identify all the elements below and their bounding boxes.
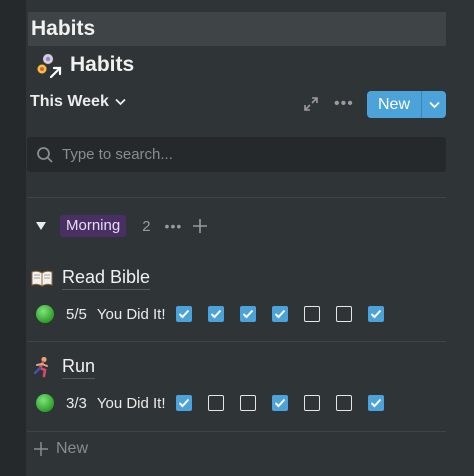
day-checkbox-7[interactable]: [367, 306, 384, 322]
chevron-down-icon: [115, 98, 126, 106]
group-more-icon[interactable]: •••: [165, 218, 183, 234]
status-dot-icon: [36, 305, 54, 323]
habit-name: Read Bible: [62, 267, 151, 290]
search-icon: [37, 146, 53, 163]
day-checkbox-6[interactable]: [335, 306, 352, 322]
checkmark-icon: [210, 309, 221, 319]
habit-card[interactable]: Run 3/3 You Did It!: [30, 355, 446, 415]
day-checkbox-2[interactable]: [207, 395, 224, 411]
habit-name: Run: [62, 356, 96, 379]
day-checkbox-4[interactable]: [271, 395, 288, 411]
card-properties: 3/3 You Did It!: [30, 391, 446, 415]
card-title-row: Run: [30, 355, 446, 379]
day-checkbox-5[interactable]: [303, 306, 320, 322]
day-checkbox-1[interactable]: [175, 306, 192, 322]
search-bar[interactable]: [27, 137, 446, 172]
checkmark-icon: [178, 398, 189, 408]
checkmark-icon: [178, 309, 189, 319]
collapse-triangle-icon[interactable]: [34, 219, 48, 233]
open-book-icon: [30, 267, 54, 289]
checkmark-icon: [370, 309, 381, 319]
habit-status: You Did It!: [96, 305, 166, 323]
day-checkboxes: [175, 306, 400, 322]
day-checkbox-1[interactable]: [175, 395, 192, 411]
day-checkbox-4[interactable]: [271, 306, 288, 322]
runner-icon: [30, 356, 54, 378]
view-selector-label: This Week: [30, 93, 109, 110]
group-header: Morning 2 •••: [34, 213, 208, 239]
group-tag-morning: Morning: [60, 215, 127, 237]
day-checkbox-6[interactable]: [335, 395, 352, 411]
group-add-icon[interactable]: [192, 218, 208, 234]
habit-card[interactable]: Read Bible 5/5 You Did It!: [30, 266, 446, 326]
day-checkbox-7[interactable]: [367, 395, 384, 411]
divider: [27, 341, 446, 342]
card-properties: 5/5 You Did It!: [30, 302, 446, 326]
new-button[interactable]: New: [367, 91, 446, 118]
view-toolbar: This Week ••• New: [30, 90, 446, 118]
left-sidebar-edge: [0, 0, 26, 476]
habit-progress: 3/3: [66, 394, 87, 412]
new-button-label[interactable]: New: [367, 91, 421, 118]
checkmark-icon: [370, 398, 381, 408]
checkmark-icon: [274, 309, 285, 319]
add-new-item-label: New: [56, 440, 89, 457]
day-checkbox-3[interactable]: [239, 306, 256, 322]
day-checkbox-2[interactable]: [207, 306, 224, 322]
habits-database-icon[interactable]: [34, 51, 64, 79]
status-dot-icon: [36, 394, 54, 412]
habit-status: You Did It!: [96, 394, 166, 412]
habit-progress: 5/5: [66, 305, 87, 323]
card-title-row: Read Bible: [30, 266, 446, 290]
top-bar: Habits: [28, 12, 446, 46]
day-checkbox-3[interactable]: [239, 395, 256, 411]
day-checkboxes: [175, 395, 400, 411]
add-new-item-button[interactable]: New: [34, 440, 88, 458]
new-dropdown-chevron-icon[interactable]: [422, 91, 446, 118]
view-selector[interactable]: This Week: [30, 93, 126, 111]
divider: [27, 197, 446, 198]
page-header: Habits: [34, 50, 134, 80]
checkmark-icon: [242, 309, 253, 319]
plus-icon: [34, 442, 48, 456]
page-title: Habits: [70, 53, 135, 76]
topbar-title: Habits: [31, 17, 96, 40]
divider: [27, 431, 446, 432]
day-checkbox-5[interactable]: [303, 395, 320, 411]
search-input[interactable]: [60, 145, 424, 164]
checkmark-icon: [274, 398, 285, 408]
group-count: 2: [142, 217, 151, 235]
more-options-icon[interactable]: •••: [334, 94, 354, 114]
expand-icon[interactable]: [303, 96, 319, 112]
